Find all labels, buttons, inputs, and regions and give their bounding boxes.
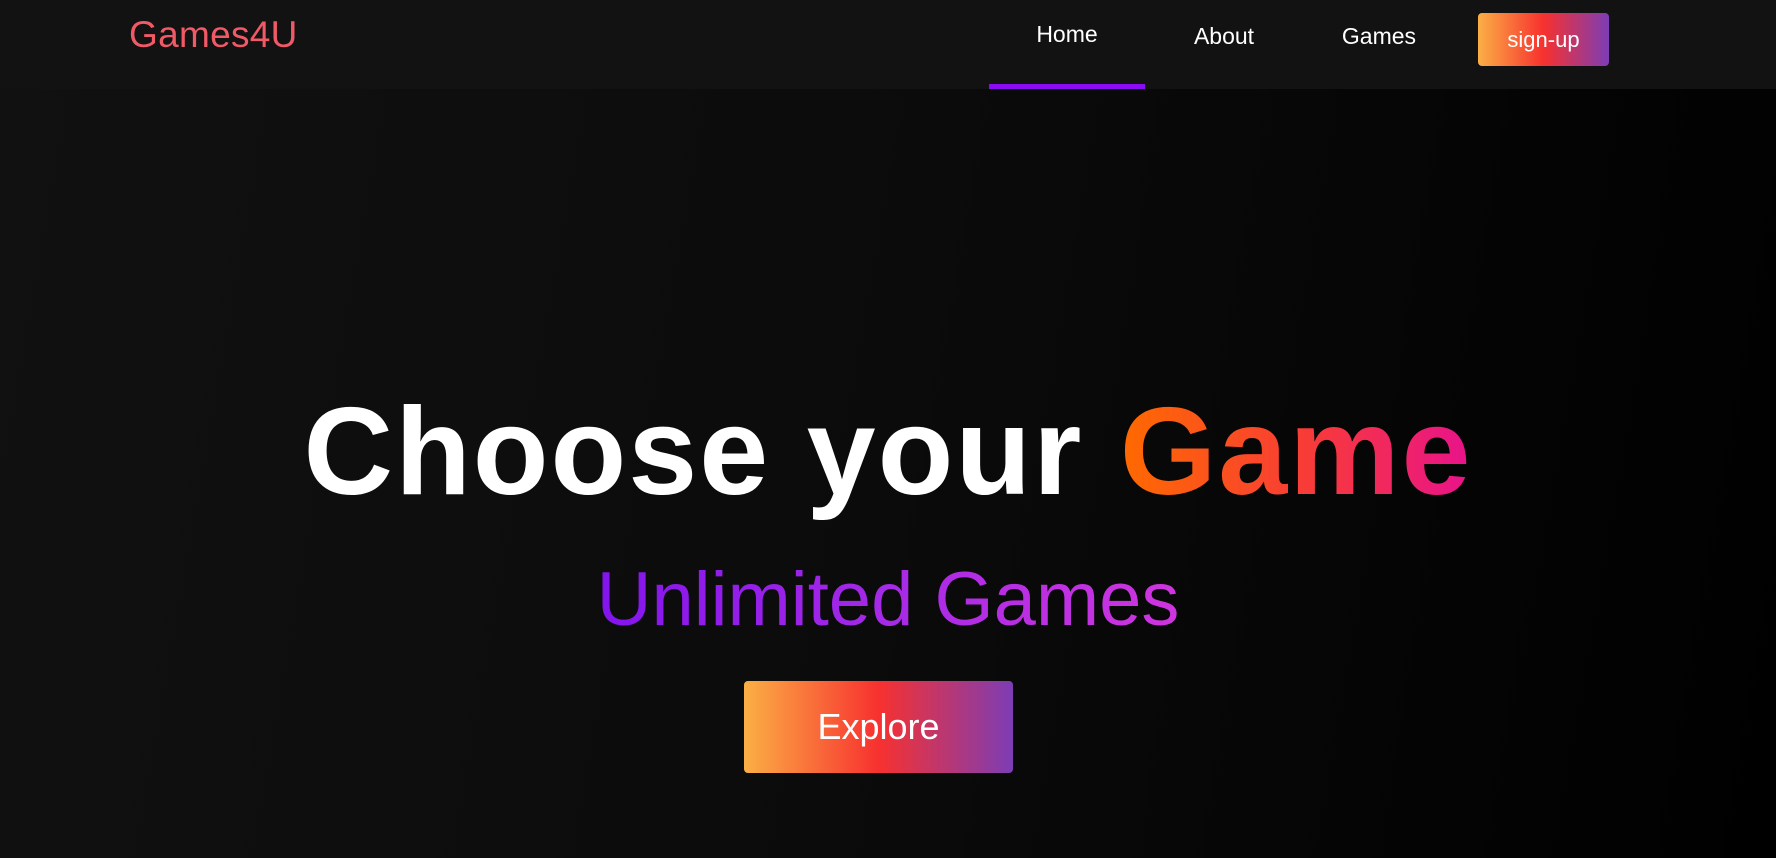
hero-title-highlight: Game (1119, 383, 1473, 521)
navbar: Games4U Home About Games sign-up (0, 0, 1776, 89)
signup-button[interactable]: sign-up (1478, 13, 1609, 66)
nav-link-home[interactable]: Home (989, 0, 1145, 89)
nav-link-home-label: Home (1036, 21, 1098, 47)
brand-logo[interactable]: Games4U (129, 14, 298, 56)
hero-title: Choose your Game (0, 382, 1776, 522)
explore-button[interactable]: Explore (744, 681, 1013, 773)
nav-link-games[interactable]: Games (1301, 0, 1457, 89)
nav-link-about-label: About (1193, 23, 1255, 49)
nav-link-about[interactable]: About (1146, 0, 1302, 89)
nav-link-games-label: Games (1341, 23, 1417, 49)
hero-subtitle-text: Unlimited Games (596, 557, 1180, 642)
hero-title-prefix: Choose your (303, 383, 1084, 521)
hero-subtitle: Unlimited Games (0, 555, 1776, 645)
